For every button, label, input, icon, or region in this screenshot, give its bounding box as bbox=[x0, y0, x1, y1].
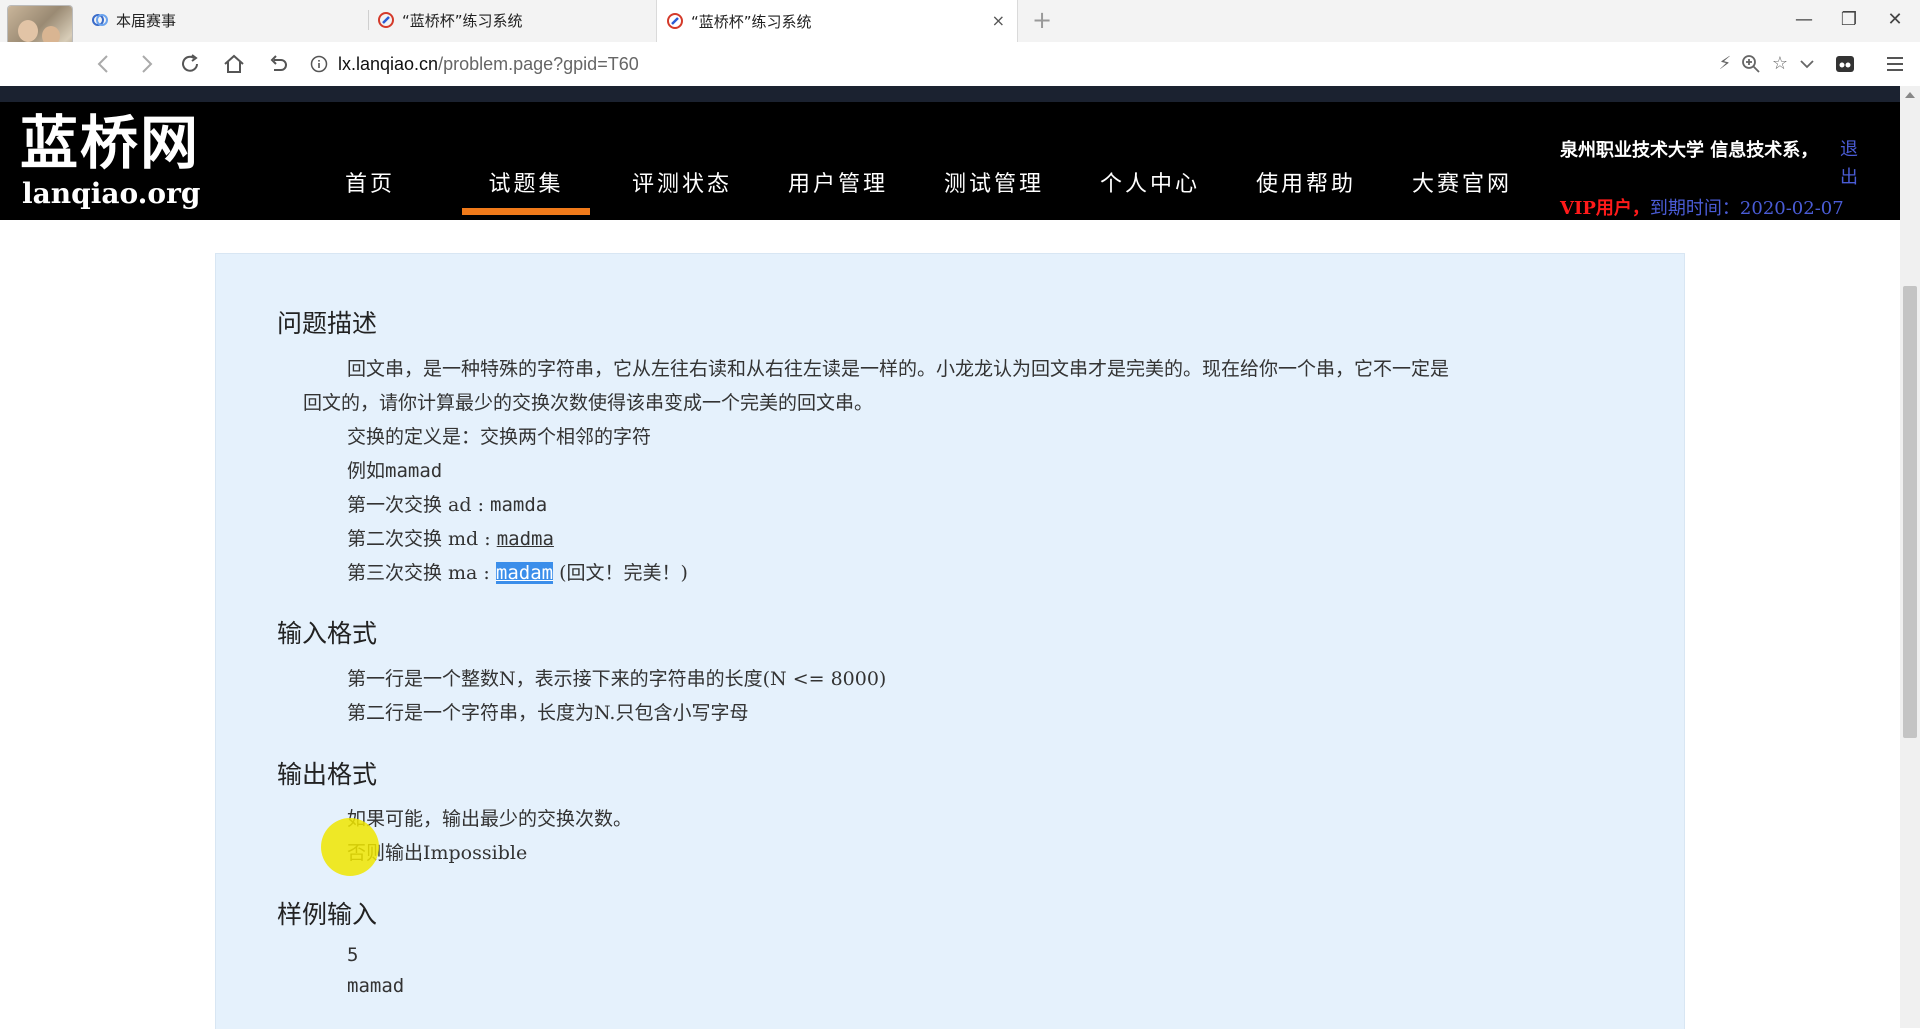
page-scrollbar[interactable] bbox=[1900, 86, 1920, 1028]
lanqiao-favicon-icon bbox=[667, 13, 683, 29]
input-format-title: 输入格式 bbox=[277, 619, 378, 648]
url-field[interactable]: lx.lanqiao.cn/problem.page?gpid=T60 bbox=[310, 48, 1690, 80]
example-word: mamad bbox=[385, 460, 443, 482]
nav-problem-set[interactable]: 试题集 bbox=[456, 166, 596, 215]
browser-chrome: 本届赛事 “蓝桥杯”练习系统 “蓝桥杯”练习系统 × + — ❐ ✕ lx.la… bbox=[0, 0, 1920, 87]
new-tab-button[interactable]: + bbox=[1032, 6, 1052, 34]
tab-favicon-icon bbox=[92, 14, 108, 26]
tab-separator bbox=[368, 10, 369, 30]
close-tab-icon[interactable]: × bbox=[992, 11, 1005, 30]
zoom-icon[interactable] bbox=[1740, 53, 1762, 75]
restore-button[interactable]: ❐ bbox=[1834, 8, 1864, 32]
home-icon[interactable] bbox=[222, 52, 246, 76]
step-result: mamda bbox=[490, 494, 548, 516]
undo-icon[interactable] bbox=[266, 52, 290, 76]
nav-personal-center[interactable]: 个人中心 bbox=[1080, 166, 1220, 198]
swap-step-3: 第三次交换 ma : madam (回文！完美！) bbox=[347, 558, 688, 585]
site-logo-en[interactable]: lanqiao.org bbox=[22, 178, 200, 210]
menu-icon[interactable] bbox=[1884, 53, 1906, 75]
selected-text[interactable]: madam bbox=[495, 562, 554, 584]
sample-input-line: mamad bbox=[347, 975, 405, 997]
lanqiao-favicon-icon bbox=[378, 12, 394, 28]
tab-1[interactable]: 本届赛事 bbox=[92, 0, 362, 40]
minimize-button[interactable]: — bbox=[1789, 8, 1819, 32]
close-window-button[interactable]: ✕ bbox=[1880, 8, 1910, 32]
site-header: 蓝桥网 lanqiao.org 首页 试题集 评测状态 用户管理 测试管理 个人… bbox=[0, 102, 1900, 220]
sample-input-title: 样例输入 bbox=[277, 900, 378, 929]
step-suffix: (回文！完美！) bbox=[553, 562, 688, 584]
nav-help[interactable]: 使用帮助 bbox=[1236, 166, 1376, 198]
tab-3-active[interactable]: “蓝桥杯”练习系统 × bbox=[656, 0, 1018, 42]
address-bar: lx.lanqiao.cn/problem.page?gpid=T60 ⚡ ☆ bbox=[0, 42, 1920, 86]
url-host: lx.lanqiao.cn bbox=[338, 53, 439, 74]
reload-icon[interactable] bbox=[178, 52, 202, 76]
swap-definition: 交换的定义是：交换两个相邻的字符 bbox=[347, 426, 652, 448]
info-icon[interactable] bbox=[310, 55, 328, 73]
expiry-label: 到期时间：2020-02-07 bbox=[1649, 198, 1844, 219]
step-prefix: 第一次交换 ad : bbox=[347, 494, 491, 516]
step-result: madma bbox=[496, 528, 554, 550]
star-icon[interactable]: ☆ bbox=[1769, 53, 1791, 75]
swap-step-2: 第二次交换 md : madma bbox=[347, 524, 554, 551]
vip-label: VIP用户， bbox=[1560, 198, 1650, 219]
description-line: 回文串，是一种特殊的字符串，它从左往右读和从右往左读是一样的。小龙龙认为回文串才… bbox=[347, 358, 1450, 380]
url-text: lx.lanqiao.cn/problem.page?gpid=T60 bbox=[338, 54, 639, 75]
forward-icon[interactable] bbox=[134, 52, 158, 76]
tab-2[interactable]: “蓝桥杯”练习系统 bbox=[378, 0, 638, 40]
lightning-icon[interactable]: ⚡ bbox=[1714, 53, 1736, 75]
example-prefix: 例如 bbox=[347, 460, 386, 482]
user-school: 泉州职业技术大学 信息技术系， bbox=[1560, 140, 1819, 161]
example-line: 例如mamad bbox=[347, 456, 442, 483]
site-top-strip bbox=[0, 86, 1900, 102]
extension-icon[interactable] bbox=[1834, 53, 1856, 75]
nav-user-management[interactable]: 用户管理 bbox=[768, 166, 908, 198]
tab-bar: 本届赛事 “蓝桥杯”练习系统 “蓝桥杯”练习系统 × + bbox=[80, 0, 1920, 42]
back-icon[interactable] bbox=[92, 52, 116, 76]
step-prefix: 第二次交换 md : bbox=[347, 528, 497, 550]
description-line: 回文的，请你计算最少的交换次数使得该串变成一个完美的回文串。 bbox=[303, 392, 874, 414]
output-format-title: 输出格式 bbox=[277, 760, 378, 789]
site-logo-cn[interactable]: 蓝桥网 bbox=[20, 110, 200, 176]
vip-status: VIP用户，到期时间：2020-02-07 bbox=[1560, 194, 1844, 220]
description-title: 问题描述 bbox=[277, 309, 378, 338]
tab-title: “蓝桥杯”练习系统 bbox=[402, 11, 523, 30]
sample-input-line: 5 bbox=[347, 944, 359, 966]
output-line: 如果可能，输出最少的交换次数。 bbox=[347, 808, 633, 830]
chevron-down-icon[interactable] bbox=[1796, 53, 1818, 75]
logout-link[interactable]: 退出 bbox=[1840, 136, 1866, 192]
tab-title: “蓝桥杯”练习系统 bbox=[691, 12, 812, 31]
nav-home[interactable]: 首页 bbox=[300, 166, 440, 198]
tab-title: 本届赛事 bbox=[116, 11, 177, 30]
cursor-highlight bbox=[321, 818, 379, 876]
nav-test-management[interactable]: 测试管理 bbox=[924, 166, 1064, 198]
nav-judge-status[interactable]: 评测状态 bbox=[612, 166, 752, 198]
scroll-thumb[interactable] bbox=[1903, 286, 1917, 738]
nav-contest-site[interactable]: 大赛官网 bbox=[1392, 166, 1532, 198]
step-prefix: 第三次交换 ma : bbox=[347, 562, 496, 584]
input-line: 第一行是一个整数N，表示接下来的字符串的长度(N <= 8000) bbox=[347, 668, 887, 690]
swap-step-1: 第一次交换 ad : mamda bbox=[347, 490, 547, 517]
input-line: 第二行是一个字符串，长度为N.只包含小写字母 bbox=[347, 702, 749, 724]
scroll-up-arrow-icon[interactable] bbox=[1905, 92, 1915, 98]
url-path: /problem.page?gpid=T60 bbox=[438, 53, 639, 74]
